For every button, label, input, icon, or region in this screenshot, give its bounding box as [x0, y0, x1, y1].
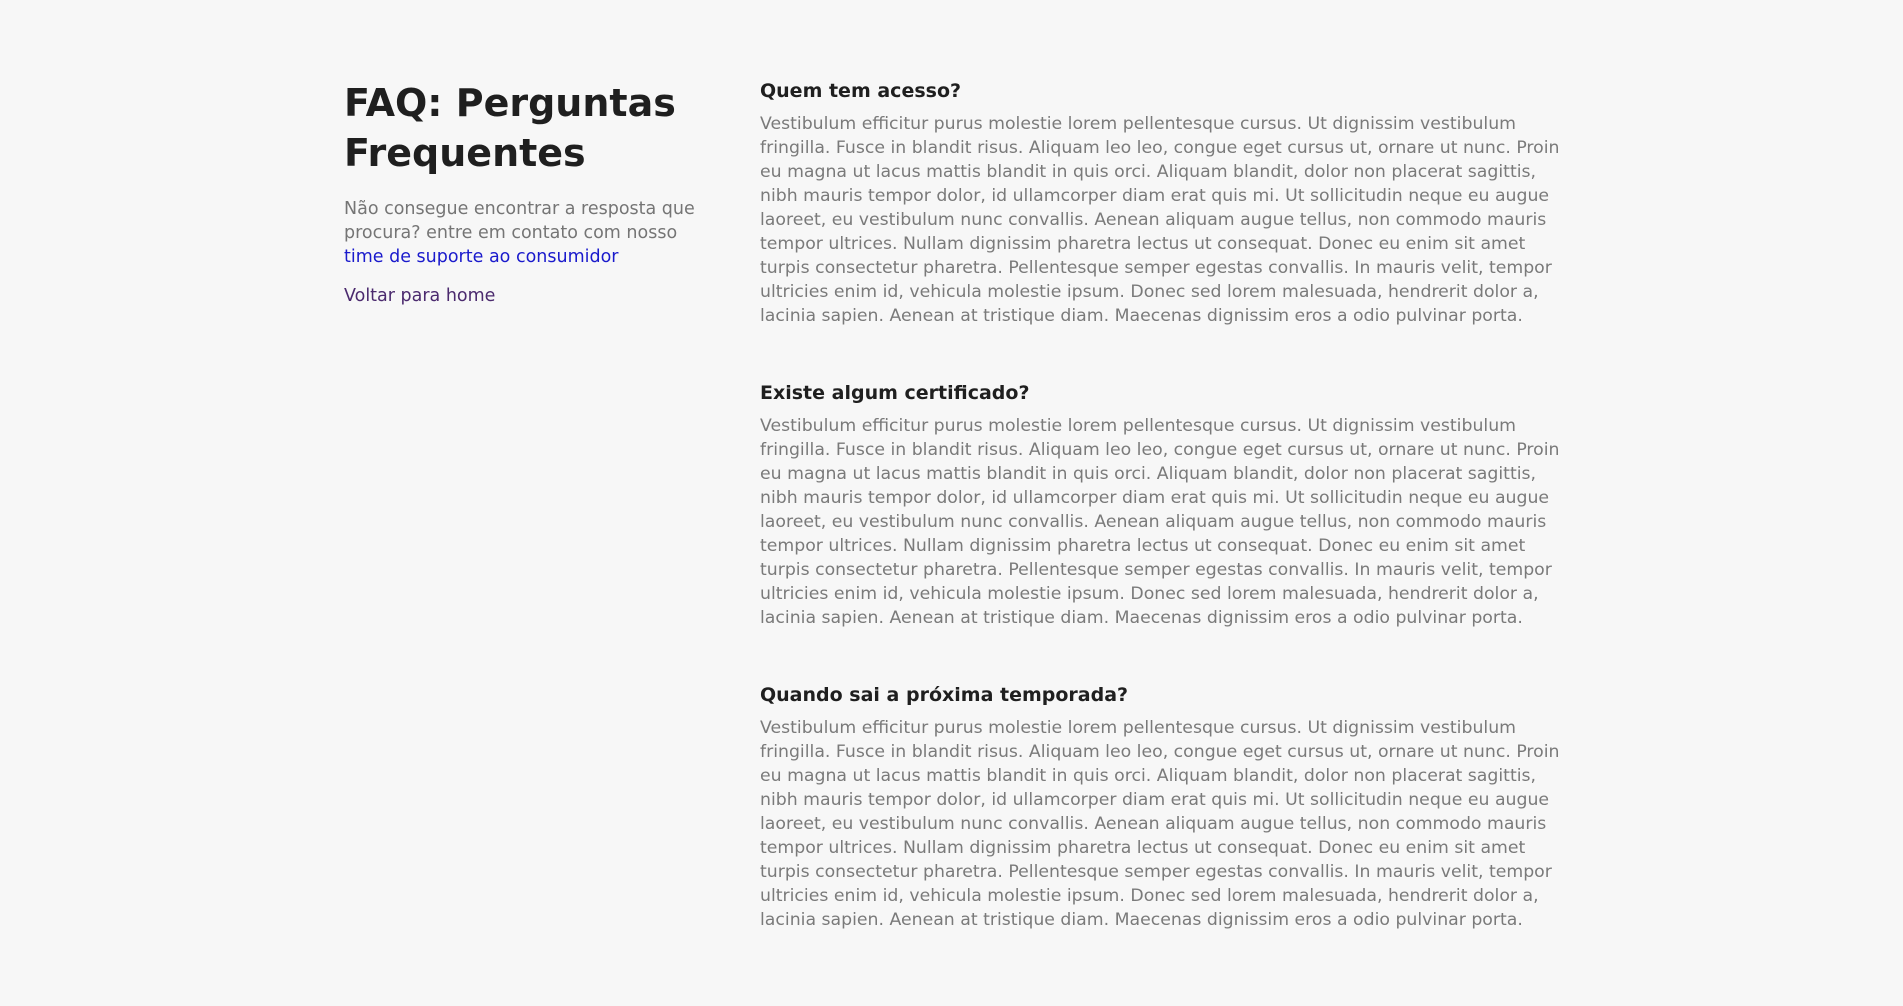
faq-answer: Vestibulum efficitur purus molestie lore…	[760, 416, 1560, 628]
faq-question: Quem tem acesso?	[760, 80, 962, 102]
faq-item: Existe algum certificado? Vestibulum eff…	[760, 380, 1560, 630]
page-title: FAQ: Perguntas Frequentes	[344, 81, 676, 175]
faq-sidebar: FAQ: Perguntas Frequentes Não consegue e…	[344, 78, 714, 308]
intro-text: Não consegue encontrar a resposta que pr…	[344, 197, 714, 269]
intro-text-content: Não consegue encontrar a resposta que pr…	[344, 199, 695, 243]
faq-answer: Vestibulum efficitur purus molestie lore…	[760, 114, 1560, 326]
faq-list: Quem tem acesso? Vestibulum efficitur pu…	[760, 78, 1560, 984]
back-home-link[interactable]: Voltar para home	[344, 284, 495, 308]
faq-question: Quando sai a próxima temporada?	[760, 684, 1129, 706]
faq-item: Quem tem acesso? Vestibulum efficitur pu…	[760, 78, 1560, 328]
faq-question: Existe algum certificado?	[760, 382, 1030, 404]
faq-page: FAQ: Perguntas Frequentes Não consegue e…	[0, 0, 1903, 1006]
faq-answer: Vestibulum efficitur purus molestie lore…	[760, 718, 1560, 930]
support-team-link[interactable]: time de suporte ao consumidor	[344, 247, 619, 267]
faq-item: Quando sai a próxima temporada? Vestibul…	[760, 682, 1560, 932]
